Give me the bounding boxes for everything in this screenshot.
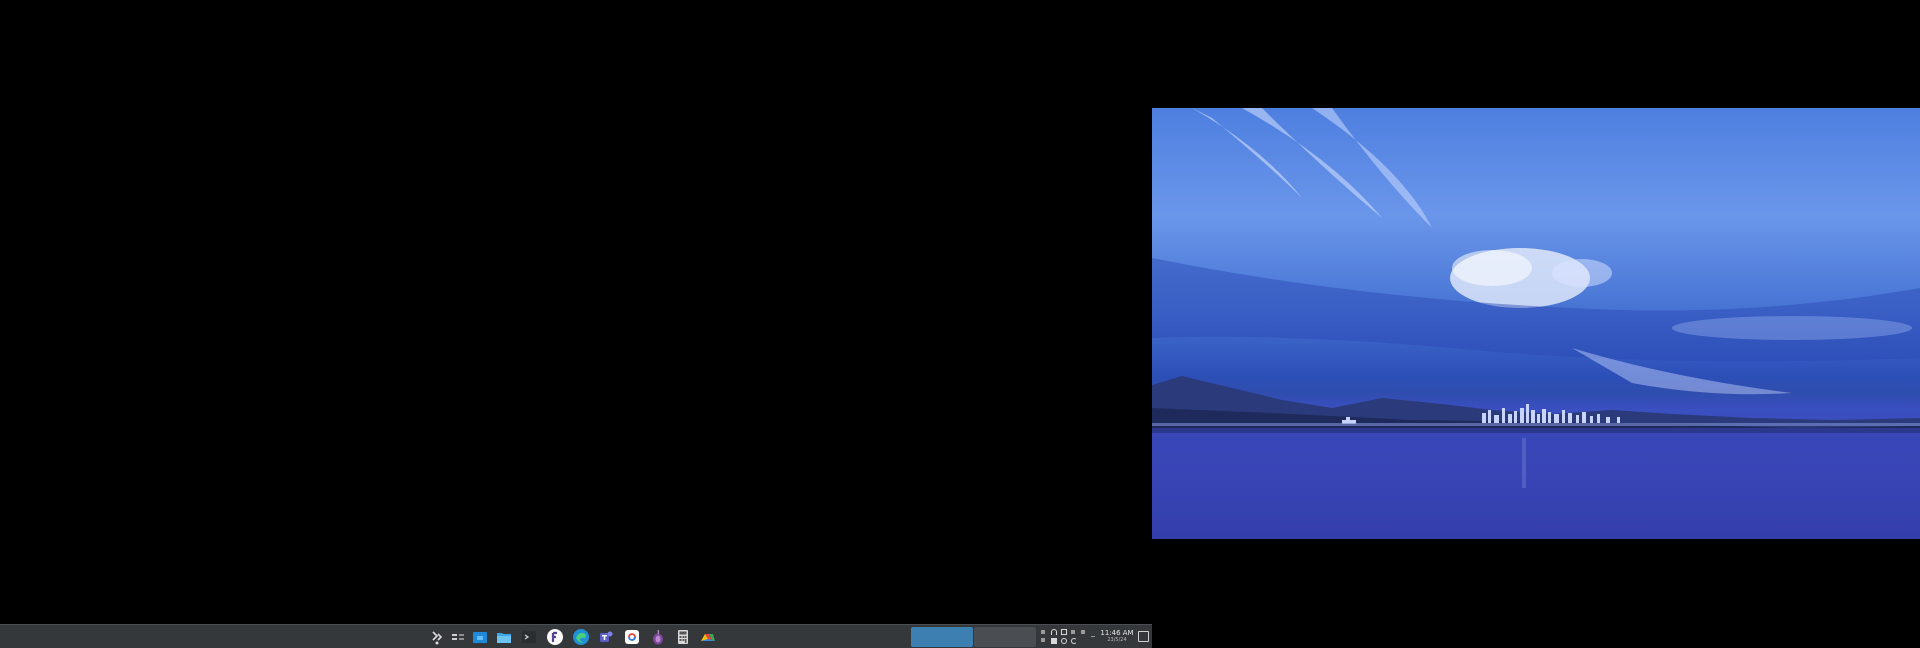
taskbar: 11:46 AM 23/5/24 <box>0 624 1152 648</box>
terminal-icon[interactable] <box>520 628 538 646</box>
sync-app-icon[interactable] <box>623 628 641 646</box>
volume-icon[interactable] <box>1041 638 1045 642</box>
sync-icon[interactable] <box>1071 638 1077 644</box>
wallpaper <box>1152 108 1920 539</box>
fedora-icon[interactable] <box>546 628 564 646</box>
file-manager-icon[interactable] <box>471 628 489 646</box>
battery-icon[interactable] <box>1051 638 1057 644</box>
tray-arrow-icon[interactable] <box>1091 636 1095 637</box>
show-desktop-button[interactable] <box>1138 631 1149 642</box>
tor-browser-icon[interactable] <box>649 628 667 646</box>
pager-icon[interactable] <box>449 628 467 646</box>
application-launcher-icon[interactable] <box>428 628 446 646</box>
clock-date: 23/5/24 <box>1107 637 1127 643</box>
task-button[interactable] <box>974 627 1036 647</box>
bluetooth-icon[interactable] <box>1081 630 1085 634</box>
edge-browser-icon[interactable] <box>572 628 590 646</box>
network-icon[interactable] <box>1051 629 1057 635</box>
tray-expand-icon[interactable] <box>1041 630 1045 634</box>
digital-clock[interactable]: 11:46 AM 23/5/24 <box>1100 627 1134 647</box>
calculator-icon[interactable] <box>674 628 692 646</box>
system-tray <box>1038 627 1098 647</box>
task-button-active[interactable] <box>911 627 973 647</box>
cloud-app-icon[interactable] <box>699 628 717 646</box>
clock-time: 11:46 AM <box>1100 629 1134 637</box>
update-icon[interactable] <box>1061 638 1067 644</box>
desktop[interactable]: 11:46 AM 23/5/24 <box>0 0 1920 648</box>
folder-icon[interactable] <box>495 628 513 646</box>
clipboard-icon[interactable] <box>1061 629 1067 635</box>
teams-icon[interactable] <box>597 628 615 646</box>
notifications-icon[interactable] <box>1071 630 1075 634</box>
